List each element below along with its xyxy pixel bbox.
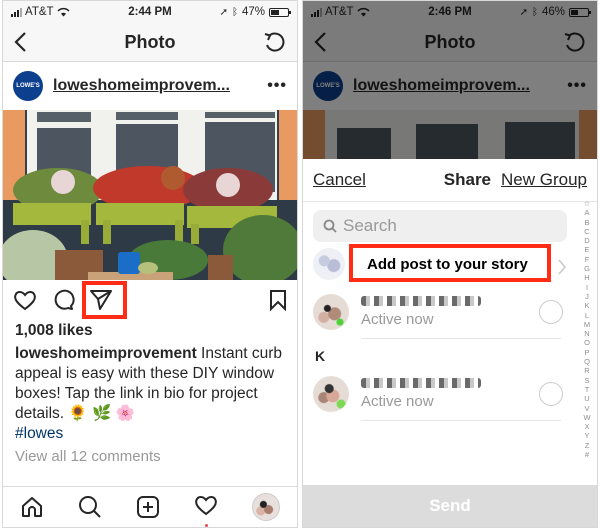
index-letter[interactable]: J (585, 292, 589, 301)
contact-row[interactable]: Active now (303, 368, 597, 421)
index-letter[interactable]: T (585, 385, 590, 394)
caption-username[interactable]: loweshomeimprovement (15, 345, 197, 362)
select-radio[interactable] (539, 382, 563, 406)
index-letter[interactable]: C (584, 227, 589, 236)
index-letter[interactable]: U (584, 394, 589, 403)
index-letter[interactable]: V (584, 404, 589, 413)
share-sheet: Cancel Share New Group Search Add post t… (303, 159, 597, 527)
photo-window-boxes (3, 110, 297, 280)
tab-bar (3, 486, 297, 527)
new-group-button[interactable]: New Group (501, 170, 587, 190)
index-letter[interactable]: A (584, 208, 589, 217)
contact-name-blurred (361, 295, 481, 306)
view-comments-link[interactable]: View all 12 comments (3, 444, 297, 465)
refresh-icon (264, 32, 285, 52)
index-letter[interactable]: E (584, 245, 589, 254)
add-to-story-row[interactable]: Add post to your story (303, 242, 597, 286)
battery-icon (269, 7, 291, 17)
index-letter[interactable]: O (584, 338, 590, 347)
cancel-button[interactable]: Cancel (313, 170, 366, 190)
add-post-icon[interactable] (136, 495, 160, 519)
section-header: K (315, 348, 326, 364)
search-icon[interactable] (78, 495, 102, 519)
contact-name-blurred (361, 377, 481, 388)
alphabet-index[interactable]: ☆ A B C D E F G H I J K L M N O P Q R S T U V W X Y Z # (581, 199, 593, 459)
index-letter[interactable]: D (584, 236, 589, 245)
likes-count[interactable]: 1,008 likes (3, 320, 297, 342)
search-icon (323, 219, 337, 233)
index-letter[interactable]: G (584, 264, 590, 273)
story-highlight-box (349, 244, 551, 282)
activity-heart-icon (195, 495, 217, 515)
page-title: Photo (124, 31, 176, 52)
index-letter[interactable]: K (584, 301, 589, 310)
post-actions (3, 280, 297, 320)
signal-icon (11, 7, 22, 17)
share-sheet-header: Cancel Share New Group (303, 159, 597, 202)
contact-status: Active now (361, 392, 434, 410)
activity-tab[interactable] (194, 494, 218, 527)
contact-row[interactable]: Active now (303, 286, 597, 339)
post-username[interactable]: loweshomeimprovem... (53, 77, 230, 95)
refresh-button[interactable] (263, 31, 287, 58)
search-input[interactable]: Search (313, 210, 567, 242)
like-heart-icon[interactable] (13, 289, 37, 311)
profile-avatar[interactable] (252, 493, 280, 521)
index-letter[interactable]: Q (584, 357, 590, 366)
send-button[interactable]: Send (303, 485, 597, 527)
index-letter[interactable]: I (586, 283, 588, 292)
more-options-icon[interactable]: ••• (267, 77, 287, 95)
nav-bar: Photo (3, 23, 297, 62)
account-avatar[interactable]: LOWE'S (13, 71, 43, 101)
post-photo[interactable] (3, 110, 297, 280)
chevron-left-icon (14, 32, 26, 52)
contact-status: Active now (361, 310, 434, 328)
status-bar: AT&T 2:44 PM ➚ ᛒ 47% (3, 1, 297, 23)
index-letter[interactable]: N (584, 329, 589, 338)
post-header: LOWE'S loweshomeimprovem... ••• (3, 62, 297, 110)
bluetooth-icon: ᛒ (231, 6, 238, 18)
contact-avatar (313, 294, 349, 330)
carrier: AT&T (11, 6, 70, 18)
notification-dot (205, 523, 208, 527)
select-radio[interactable] (539, 300, 563, 324)
index-letter[interactable]: H (584, 273, 589, 282)
index-letter[interactable]: W (583, 413, 590, 422)
modal-backdrop[interactable] (303, 1, 597, 159)
index-letter[interactable]: R (584, 366, 589, 375)
index-letter[interactable]: L (585, 311, 589, 320)
index-letter[interactable]: Z (585, 441, 590, 450)
share-title: Share (443, 170, 492, 189)
phone-screen-post: AT&T 2:44 PM ➚ ᛒ 47% Photo LOWE'S lowesh… (2, 0, 298, 528)
back-button[interactable] (13, 31, 27, 58)
index-letter[interactable]: S (584, 376, 589, 385)
hashtag-link[interactable]: #lowes (15, 425, 63, 442)
phone-screen-share-sheet: AT&T 2:46 PM ➚ ᛒ 46% Photo LOWE'S lowesh… (302, 0, 598, 528)
search-placeholder: Search (343, 216, 397, 235)
bookmark-icon[interactable] (269, 289, 287, 311)
index-letter[interactable]: # (585, 450, 589, 459)
chevron-right-icon (558, 259, 566, 275)
battery-percent: 47% (241, 6, 265, 18)
index-letter[interactable]: M (584, 320, 590, 329)
post-caption: loweshomeimprovement Instant curb appeal… (3, 342, 297, 444)
index-letter[interactable]: B (584, 218, 589, 227)
index-letter[interactable]: X (584, 422, 589, 431)
comment-icon[interactable] (51, 289, 75, 311)
index-letter[interactable]: ☆ (584, 199, 591, 208)
location-icon: ➚ (219, 6, 228, 18)
index-letter[interactable]: P (584, 348, 589, 357)
story-avatar (313, 248, 345, 280)
contact-avatar (313, 376, 349, 412)
send-label: Send (429, 496, 471, 515)
index-letter[interactable]: F (585, 255, 590, 264)
wifi-icon (56, 7, 70, 17)
home-icon[interactable] (20, 495, 44, 519)
share-highlight-box (82, 281, 127, 319)
index-letter[interactable]: Y (584, 431, 589, 440)
